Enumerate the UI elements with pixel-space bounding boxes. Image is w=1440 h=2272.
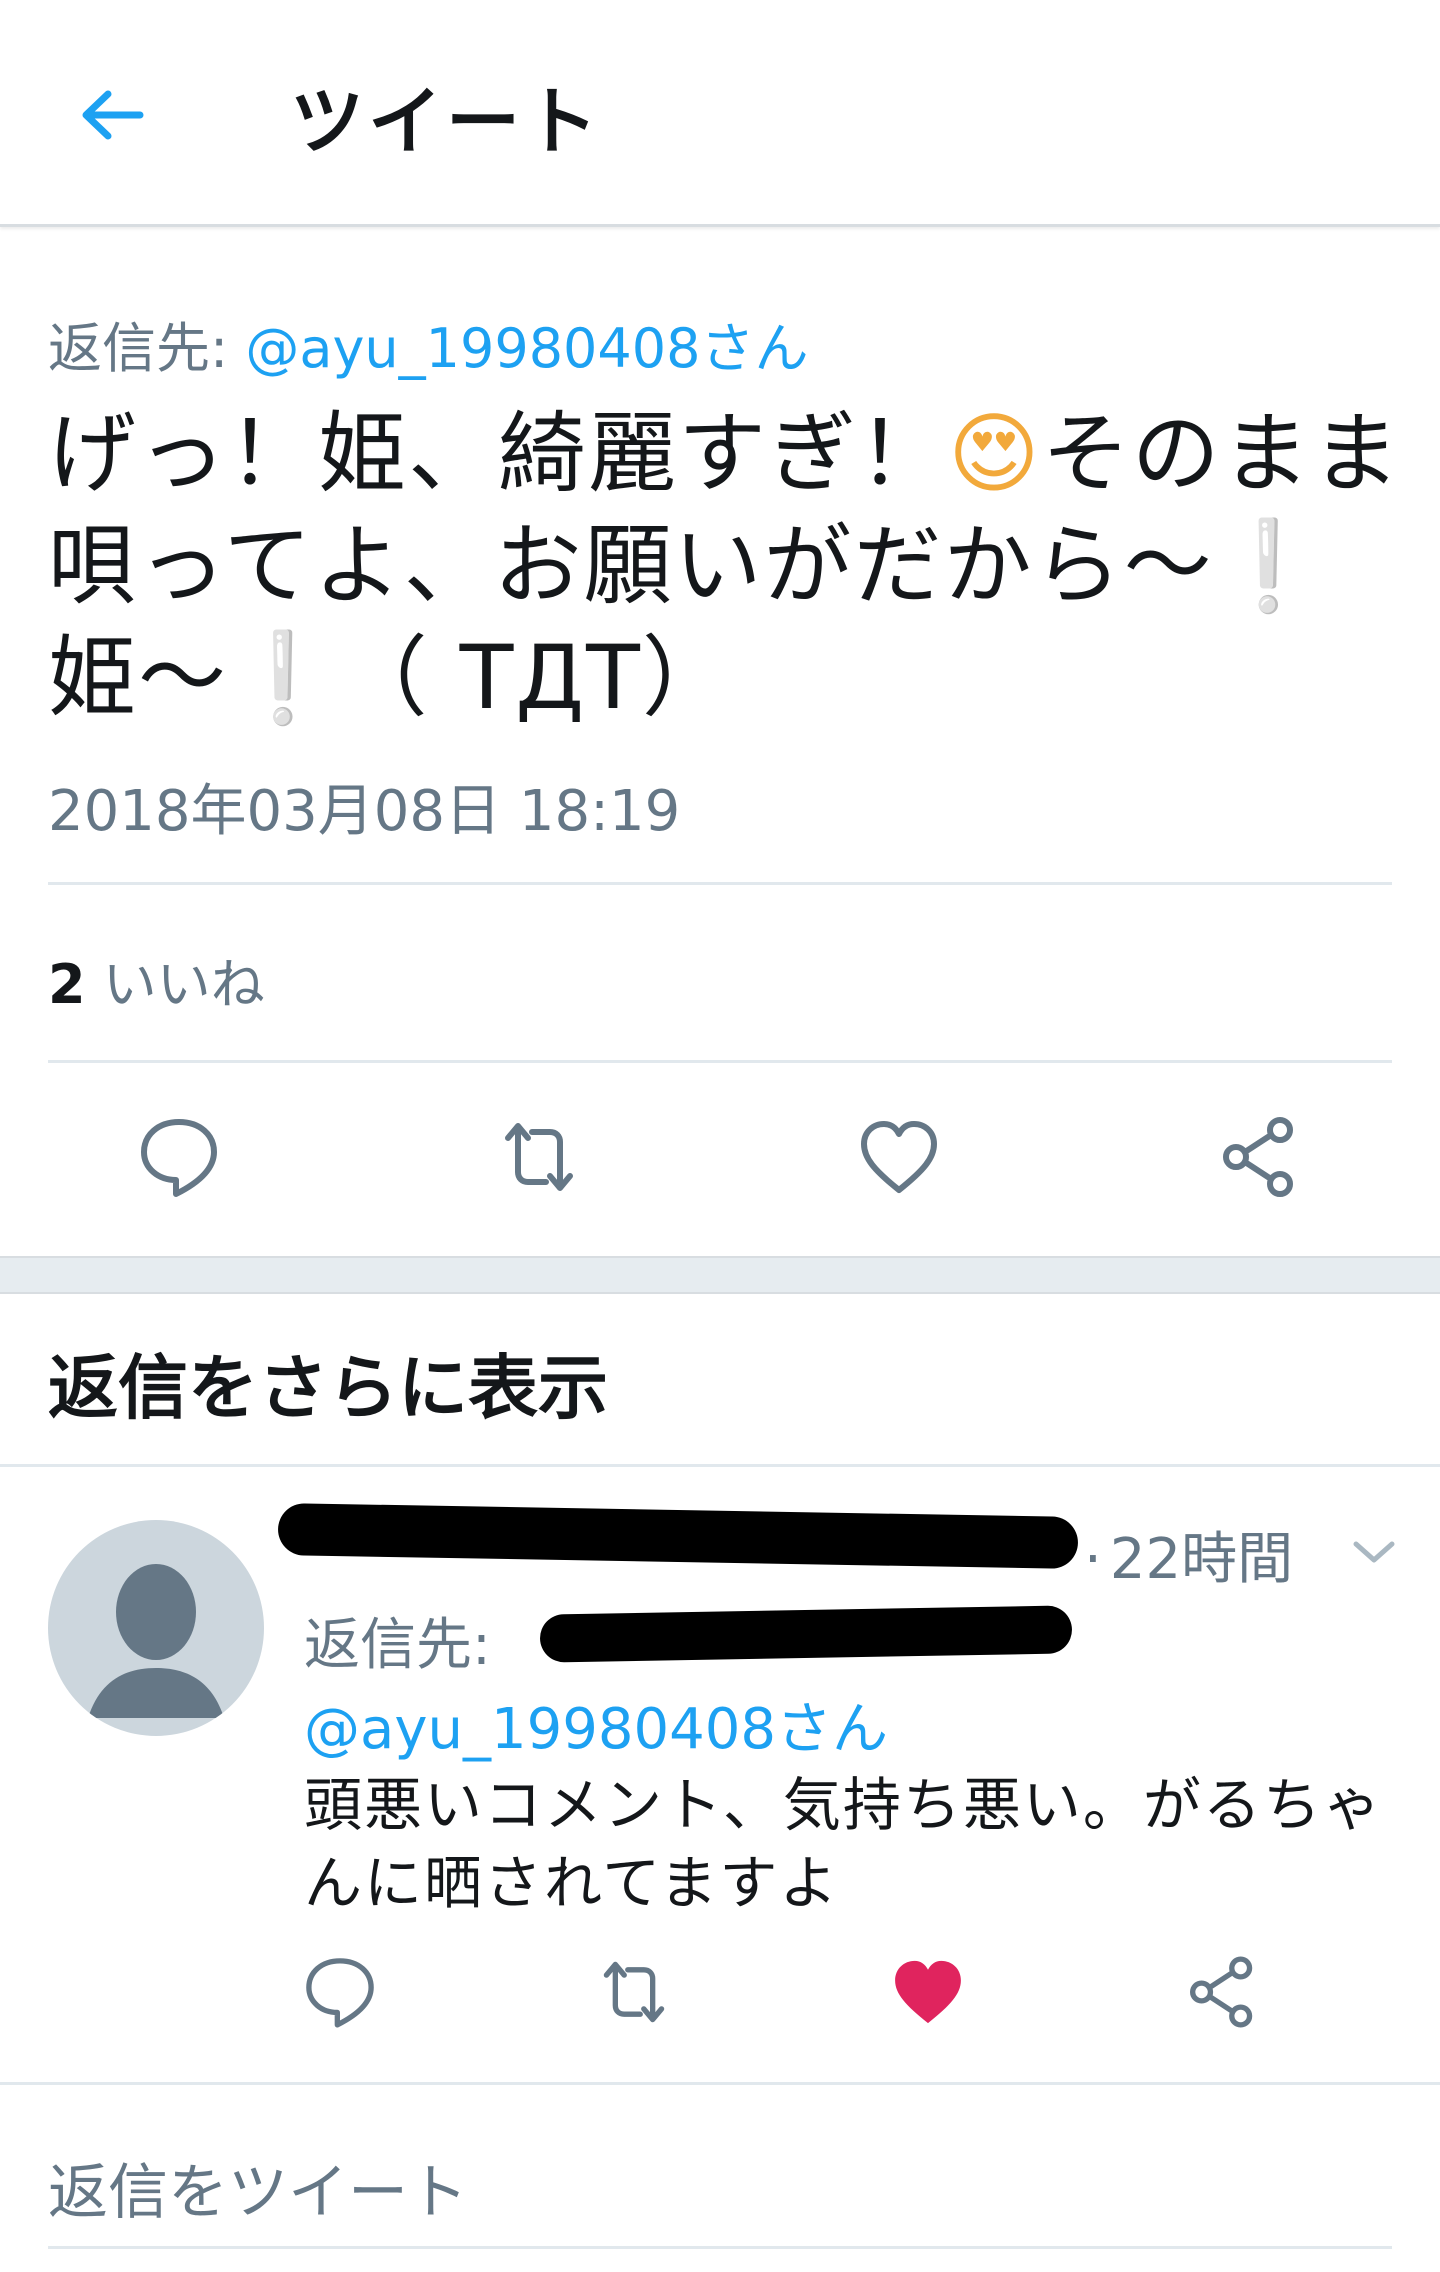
reply-to-handle-link[interactable]: @ayu_19980408さん [245,317,808,380]
reply-text: 頭悪いコメント、気持ち悪い。がるちゃんに晒されてますよ [304,1771,1383,1917]
tweet-timestamp: 2018年03月08日 18:19 [48,779,681,844]
reply-time-label: 22時間 [1109,1527,1294,1592]
redaction-mark [277,1503,1079,1569]
default-avatar[interactable] [48,1520,264,1736]
compose-underline [48,2246,1392,2249]
tweet-text-part: げっ！姫、綺麗すぎ！ [48,402,949,505]
divider [48,1060,1392,1063]
reply-to-label: 返信先: [48,317,246,380]
reply-timestamp: · 22時間 [1084,1514,1293,1595]
top-bar: ツイート [0,0,1440,227]
heart-eyes-emoji-icon: 😍 [948,402,1042,505]
reply-to-line: 返信先: @ayu_19980408さん [48,304,808,383]
likes-label: いいね [85,953,265,1016]
chevron-down-icon[interactable] [1346,1532,1402,1572]
like-icon[interactable] [854,1112,944,1202]
reply-to-handle-link[interactable]: @ayu_19980408さん [304,1684,888,1765]
divider [0,2082,1440,2085]
section-separator [0,1256,1440,1294]
likes-number: 2 [48,953,86,1016]
likes-count[interactable]: 2 いいね [48,940,265,1019]
retweet-icon[interactable] [494,1112,584,1202]
time-separator: · [1084,1527,1102,1592]
reply-icon[interactable] [300,1952,380,2032]
share-icon[interactable] [1182,1952,1262,2032]
tweet-text-part: （ TДT） [339,626,732,729]
like-icon-active[interactable] [888,1952,968,2032]
divider [0,1464,1440,1467]
retweet-icon[interactable] [594,1952,674,2032]
reply-compose-input[interactable]: 返信をツイート [48,2144,468,2231]
tweet-text-part: 姫〜 [48,626,229,729]
show-more-replies-button[interactable]: 返信をさらに表示 [48,1332,608,1433]
reply-icon[interactable] [134,1112,224,1202]
reply-to-label: 返信先: [304,1613,491,1678]
exclamation-emoji-icon: ❕ [228,626,340,729]
divider [48,882,1392,885]
back-arrow-icon[interactable] [70,70,160,160]
page-title: ツイート [290,79,602,165]
redaction-mark [539,1605,1073,1663]
share-icon[interactable] [1214,1112,1304,1202]
exclamation-emoji-icon: ❕ [1213,514,1326,617]
tweet-text: げっ！姫、綺麗すぎ！😍そのまま唄ってよ、お願いがだから〜❕姫〜❕（ TДT） [48,398,1408,734]
